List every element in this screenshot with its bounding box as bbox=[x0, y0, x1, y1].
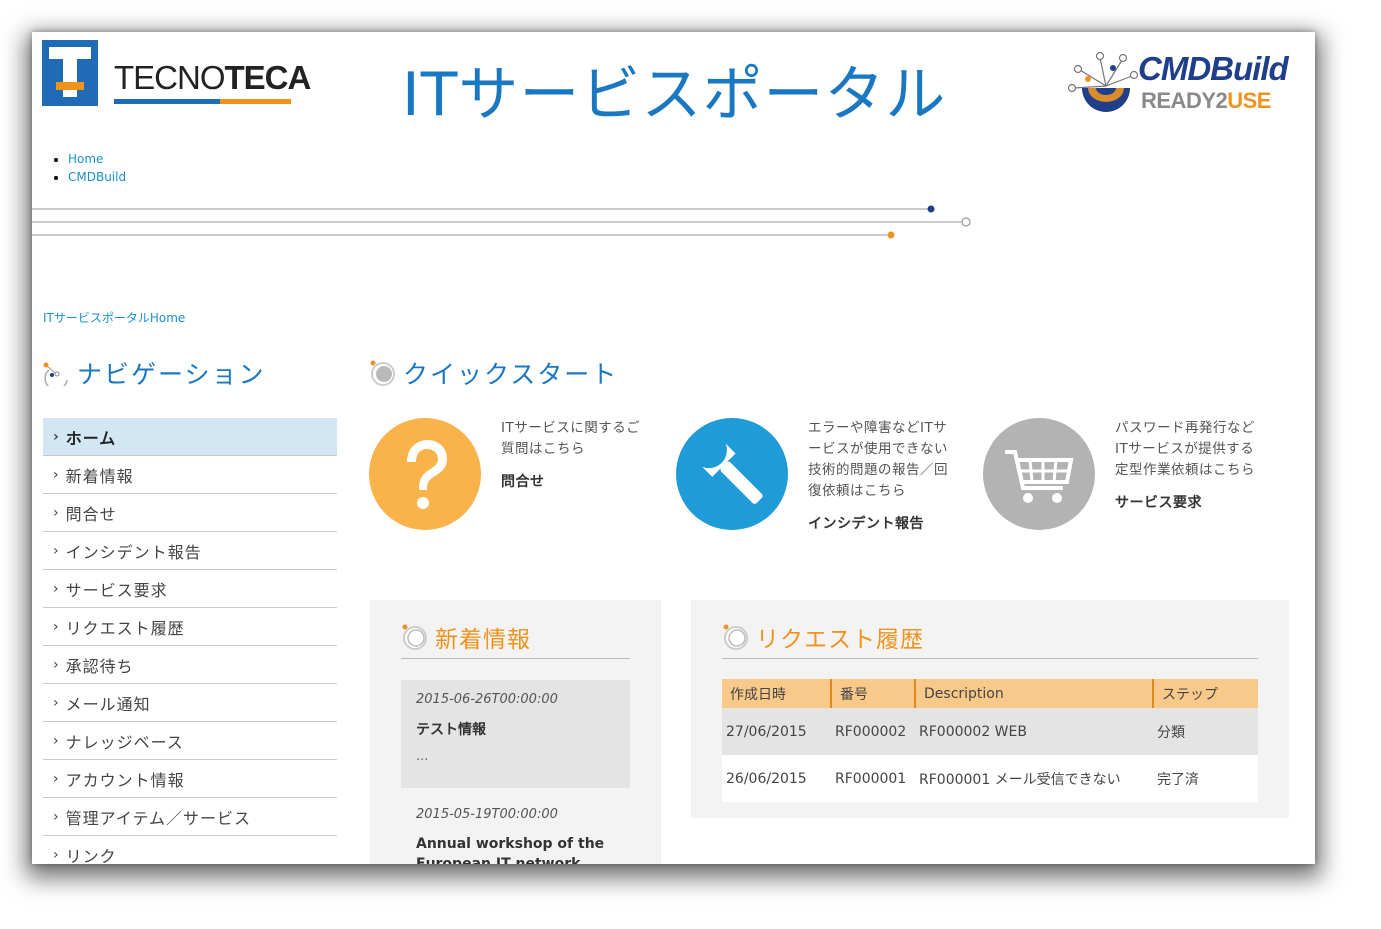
chevron-right-icon: › bbox=[53, 580, 60, 597]
request-history-table: 作成日時 番号 Description ステップ 27/06/2015 RF00… bbox=[722, 679, 1258, 802]
chevron-right-icon: › bbox=[53, 466, 60, 483]
table-row[interactable]: 27/06/2015 RF000002 RF000002 WEB 分類 bbox=[722, 708, 1258, 755]
request-history-title: リクエスト履歴 bbox=[756, 627, 924, 653]
top-links: Home CMDBuild bbox=[50, 150, 126, 186]
news-excerpt: ... bbox=[416, 749, 429, 764]
nav-item-label: メール通知 bbox=[65, 694, 151, 714]
nav-item[interactable]: › メール通知 bbox=[43, 684, 337, 722]
request-history-icon bbox=[723, 624, 748, 650]
browser-page: TECNOTECA ITサービスポータル CMDBuild READY2USE … bbox=[32, 32, 1315, 864]
chevron-right-icon: › bbox=[53, 504, 60, 521]
nav-item[interactable]: › ホーム bbox=[43, 418, 337, 456]
nav-item[interactable]: › リンク bbox=[43, 836, 337, 865]
news-icon bbox=[402, 624, 427, 650]
chevron-right-icon: › bbox=[53, 770, 60, 787]
tecnoteca-logo[interactable]: TECNOTECA bbox=[42, 40, 311, 106]
navigation-menu: › ホーム › 新着情報 › 問合せ › インシデント報告 › サービス要求 › リクエスト履歴 › 承認… bbox=[43, 418, 337, 864]
news-title: 新着情報 bbox=[435, 627, 531, 653]
nav-item-label: ナレッジベース bbox=[65, 732, 184, 752]
navigation-icon bbox=[43, 362, 68, 386]
link-cmdbuild[interactable]: CMDBuild bbox=[68, 170, 126, 184]
quickstart-icon bbox=[370, 360, 395, 386]
quickstart-heading: クイックスタート bbox=[369, 355, 618, 391]
nav-item-label: リクエスト履歴 bbox=[65, 618, 185, 638]
quickstart-link-service-request[interactable]: サービス要求 bbox=[1115, 493, 1255, 514]
chevron-right-icon: › bbox=[53, 618, 60, 635]
nav-item-label: 管理アイテム／サービス bbox=[65, 808, 252, 828]
nav-item-label: リンク bbox=[65, 846, 117, 865]
news-panel: 新着情報 2015-06-26T00:00:00 テスト情報 ... 2015-… bbox=[370, 600, 661, 864]
news-item[interactable]: 2015-05-19T00:00:00 Annual workshop of t… bbox=[401, 795, 630, 864]
chevron-right-icon: › bbox=[53, 846, 60, 863]
nav-item-label: アカウント情報 bbox=[65, 770, 185, 790]
nav-item[interactable]: › 承認待ち bbox=[43, 646, 337, 684]
column-header-created[interactable]: 作成日時 bbox=[722, 679, 832, 708]
chevron-right-icon: › bbox=[53, 808, 60, 825]
quickstart-card-inquiry[interactable]: ITサービスに関するご 質問はこちら 問合せ bbox=[369, 418, 640, 530]
chevron-right-icon: › bbox=[53, 732, 60, 749]
nav-item[interactable]: › サービス要求 bbox=[43, 570, 337, 608]
quickstart-card-incident[interactable]: エラーや障害などITサ ービスが使用できない 技術的問題の報告／回 復依頼はこち… bbox=[676, 418, 948, 535]
quickstart-title: クイックスタート bbox=[403, 360, 619, 389]
cart-icon[interactable] bbox=[983, 418, 1095, 530]
news-item-title[interactable]: テスト情報 bbox=[416, 719, 615, 739]
column-header-number[interactable]: 番号 bbox=[831, 679, 916, 708]
nav-item[interactable]: › 新着情報 bbox=[43, 456, 337, 494]
quickstart-link-incident[interactable]: インシデント報告 bbox=[808, 514, 948, 535]
cmdbuild-logo-mark bbox=[1067, 51, 1139, 112]
news-date: 2015-05-19T00:00:00 bbox=[416, 807, 558, 822]
link-home[interactable]: Home bbox=[68, 152, 103, 166]
cmdbuild-logo[interactable]: CMDBuild READY2USE bbox=[1066, 46, 1291, 122]
navigation-title: ナビゲーション bbox=[77, 360, 266, 389]
quickstart-link-inquiry[interactable]: 問合せ bbox=[501, 472, 640, 493]
nav-item[interactable]: › リクエスト履歴 bbox=[43, 608, 337, 646]
nav-item-label: 新着情報 bbox=[65, 466, 134, 486]
nav-item[interactable]: › アカウント情報 bbox=[43, 760, 337, 798]
news-date: 2015-06-26T00:00:00 bbox=[416, 692, 558, 707]
cmdbuild-logo-subtext: READY2USE bbox=[1141, 88, 1271, 113]
page-breadcrumb[interactable]: ITサービスポータルHome bbox=[43, 309, 185, 326]
nav-item[interactable]: › 問合せ bbox=[43, 494, 337, 532]
nav-item[interactable]: › ナレッジベース bbox=[43, 722, 337, 760]
tecnoteca-logo-text: TECNOTECA bbox=[114, 59, 311, 96]
news-item-title[interactable]: Annual workshop of the European IT netwo… bbox=[416, 834, 615, 864]
question-icon[interactable] bbox=[369, 418, 481, 530]
wrench-icon[interactable] bbox=[676, 418, 788, 530]
column-header-description[interactable]: Description bbox=[915, 679, 1154, 708]
nav-item-label: サービス要求 bbox=[65, 580, 168, 600]
chevron-right-icon: › bbox=[53, 656, 60, 673]
nav-item-label: 問合せ bbox=[65, 504, 117, 524]
request-history-panel: リクエスト履歴 作成日時 番号 Description ステップ 27/06/2… bbox=[691, 600, 1289, 818]
nav-item[interactable]: › 管理アイテム／サービス bbox=[43, 798, 337, 836]
navigation-heading: ナビゲーション bbox=[43, 355, 266, 391]
tecnoteca-logo-mark bbox=[42, 40, 98, 106]
nav-item-label: 承認待ち bbox=[65, 656, 134, 676]
decorative-lines bbox=[32, 205, 971, 239]
chevron-right-icon: › bbox=[53, 694, 60, 711]
chevron-right-icon: › bbox=[53, 542, 60, 559]
nav-item-label: インシデント報告 bbox=[65, 542, 202, 562]
column-header-step[interactable]: ステップ bbox=[1153, 679, 1258, 708]
chevron-right-icon: › bbox=[53, 428, 60, 445]
site-title: ITサービスポータル bbox=[402, 60, 947, 130]
quickstart-card-service-request[interactable]: パスワード再発行など ITサービスが提供する 定型作業依頼はこちら サービス要求 bbox=[983, 418, 1255, 530]
table-row[interactable]: 26/06/2015 RF000001 RF000001 メール受信できない 完… bbox=[722, 755, 1258, 802]
news-item[interactable]: 2015-06-26T00:00:00 テスト情報 ... bbox=[401, 680, 630, 788]
nav-item[interactable]: › インシデント報告 bbox=[43, 532, 337, 570]
cmdbuild-logo-text: CMDBuild bbox=[1138, 50, 1289, 87]
nav-item-label: ホーム bbox=[65, 428, 117, 448]
